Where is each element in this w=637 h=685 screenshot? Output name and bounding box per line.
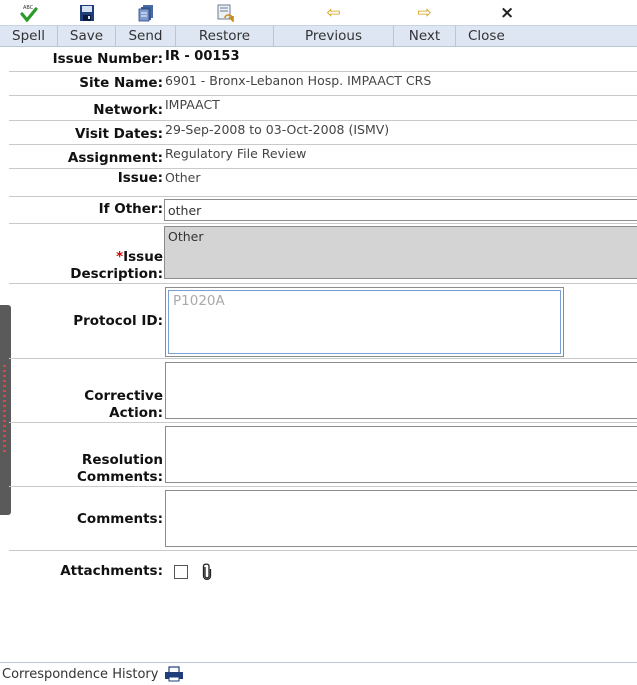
spellcheck-icon: ABC [19,5,38,23]
protocol-id-label: Protocol ID: [73,313,163,329]
close-button-icon[interactable]: × [456,0,637,25]
send-button[interactable]: Send [116,26,176,46]
issue-row: Issue: Other [9,169,637,197]
assignment-row: Assignment: Regulatory File Review [9,145,637,169]
issue-description-row: *Issue Description: Other [9,224,637,284]
correspondence-history-link[interactable]: Correspondence History [2,667,158,682]
corrective-action-label-line2: Action: [109,405,163,421]
next-button[interactable]: Next [394,26,456,46]
network-value: IMPAACT [165,97,220,112]
restore-button[interactable]: Restore [176,26,274,46]
paperclip-icon[interactable] [202,562,212,581]
close-label: Close [468,28,505,44]
issue-description-label-line1: *Issue [116,249,163,266]
site-name-label: Site Name: [79,75,163,91]
visit-dates-label: Visit Dates: [74,126,163,142]
network-row: Network: IMPAACT [9,96,637,121]
spell-label: Spell [12,28,45,44]
grip-icon [3,365,6,455]
attachments-label: Attachments: [60,563,163,579]
resolution-comments-label-line1: Resolution [81,452,163,468]
attachments-checkbox[interactable] [174,564,188,579]
issue-number-label: Issue Number: [52,51,163,67]
toolbar-labels-row: Spell Save Send Restore Previous Next Cl… [0,25,637,47]
spell-button-icon[interactable]: ABC [0,0,58,25]
protocol-id-cell: P1020A [164,284,637,358]
if-other-label: If Other: [98,201,163,217]
issue-number-row: Issue Number: IR - 00153 [9,48,637,72]
assignment-label: Assignment: [67,150,163,166]
comments-field[interactable] [165,490,637,547]
restore-document-icon [217,4,234,22]
resolution-comments-cell [164,423,637,486]
corrective-action-label: Corrective Action: [9,359,164,422]
next-button-icon[interactable]: ⇨ [394,0,456,25]
previous-label: Previous [304,28,363,44]
close-button[interactable]: Close [456,26,637,46]
send-button-icon[interactable] [116,0,176,25]
floppy-disk-icon [79,4,94,21]
network-label: Network: [93,102,163,118]
if-other-cell: other [164,197,637,223]
comments-label: Comments: [77,510,163,527]
printer-icon[interactable] [164,666,184,682]
protocol-id-listbox[interactable]: P1020A [165,287,564,357]
comments-cell [164,487,637,550]
spell-button[interactable]: Spell [0,26,58,46]
close-icon: × [500,2,515,23]
restore-label: Restore [198,28,251,44]
issue-label: Issue: [117,170,163,186]
save-button-icon[interactable] [58,0,116,25]
protocol-id-option[interactable]: P1020A [168,290,561,354]
arrow-right-icon: ⇨ [417,2,432,23]
restore-button-icon[interactable] [176,0,274,25]
issue-value: Other [165,170,201,185]
site-name-value: 6901 - Bronx-Lebanon Hosp. IMPAACT CRS [165,73,432,88]
issue-description-label-line2: Description: [70,266,163,282]
site-name-row: Site Name: 6901 - Bronx-Lebanon Hosp. IM… [9,72,637,96]
issue-description-field[interactable]: Other [164,226,637,279]
if-other-input[interactable]: other [164,199,637,221]
attachments-row: Attachments: [9,551,637,591]
resolution-comments-field[interactable] [165,426,637,483]
issue-description-label-text1: Issue [123,249,163,265]
resolution-comments-label: Resolution Comments: [9,423,164,486]
save-button[interactable]: Save [58,26,116,46]
issue-description-cell: Other [164,224,637,283]
svg-text:ABC: ABC [23,5,34,11]
toolbar: ABC ⇦ ⇨ × Spell Save Send Restore Previo… [0,0,637,47]
protocol-id-row: Protocol ID: P1020A [9,284,637,359]
send-document-icon [138,4,153,21]
visit-dates-value: 29-Sep-2008 to 03-Oct-2008 (ISMV) [165,122,390,137]
correspondence-history-bar: Correspondence History [0,662,637,685]
next-label: Next [408,28,441,44]
visit-dates-row: Visit Dates: 29-Sep-2008 to 03-Oct-2008 … [9,121,637,145]
attachments-cell [164,551,637,591]
previous-button[interactable]: Previous [274,26,394,46]
corrective-action-cell [164,359,637,422]
toolbar-icons-row: ABC ⇦ ⇨ × [0,0,637,25]
corrective-action-row: Corrective Action: [9,359,637,423]
arrow-left-icon: ⇦ [326,2,341,23]
previous-button-icon[interactable]: ⇦ [274,0,394,25]
assignment-value: Regulatory File Review [165,146,307,161]
resolution-comments-label-line2: Comments: [77,469,163,485]
save-label: Save [69,28,104,44]
corrective-action-label-line1: Corrective [84,388,163,404]
issue-description-label: *Issue Description: [9,224,164,283]
resolution-comments-row: Resolution Comments: [9,423,637,487]
send-label: Send [128,28,163,44]
issue-form: Issue Number: IR - 00153 Site Name: 6901… [9,48,637,591]
corrective-action-field[interactable] [165,362,637,419]
comments-row: Comments: [9,487,637,551]
if-other-row: If Other: other [9,197,637,224]
issue-number-value: IR - 00153 [165,49,240,64]
